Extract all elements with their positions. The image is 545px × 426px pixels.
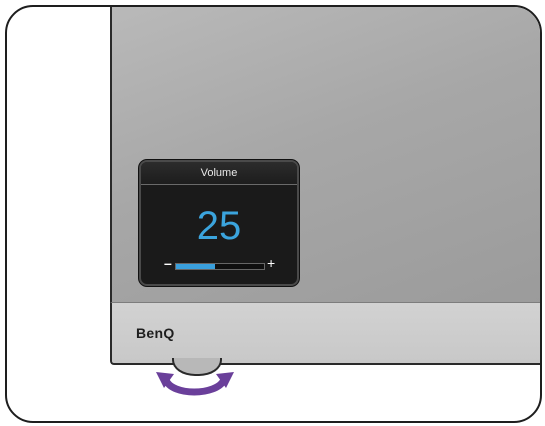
volume-value: 25 xyxy=(196,204,242,248)
osd-title: Volume xyxy=(141,162,297,185)
brand-logo: BenQ xyxy=(136,325,175,341)
volume-osd: Volume 25 – + xyxy=(139,160,299,286)
volume-level-bar xyxy=(175,263,265,270)
volume-plus: + xyxy=(267,255,276,271)
monitor-bezel: BenQ xyxy=(110,303,540,365)
volume-minus: – xyxy=(164,255,172,271)
rotate-arrows-icon xyxy=(156,372,234,396)
volume-level-fill xyxy=(176,264,215,269)
